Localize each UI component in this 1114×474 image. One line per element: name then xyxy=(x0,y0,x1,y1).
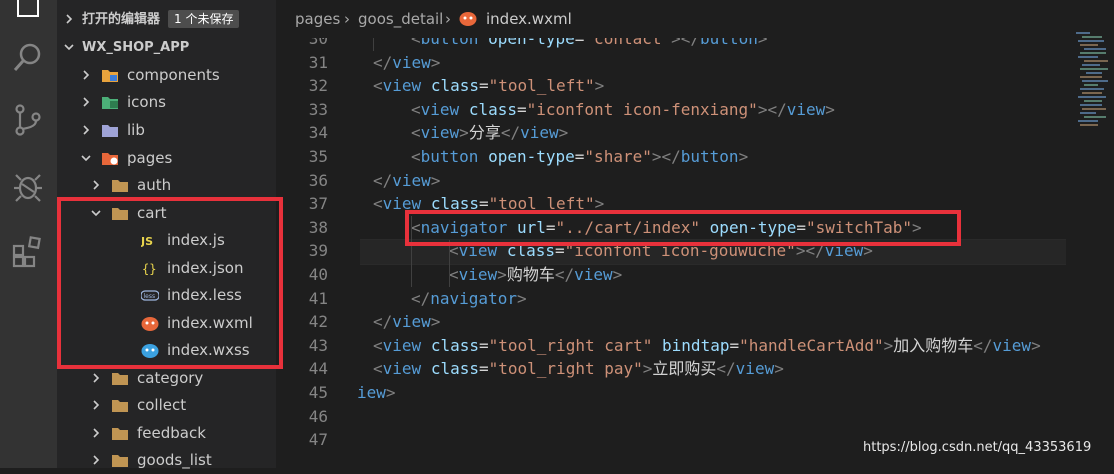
code-line[interactable]: 31 </view> xyxy=(276,51,1066,75)
code-line[interactable]: 32 <view class="tool_left"> xyxy=(276,74,1066,98)
folder-item[interactable]: collect xyxy=(57,392,276,419)
line-number: 39 xyxy=(308,241,328,261)
chevron-down-icon xyxy=(64,44,74,51)
code-line[interactable]: 45 iew> xyxy=(276,381,1066,405)
line-number: 45 xyxy=(308,383,328,402)
line-number: 36 xyxy=(308,170,328,190)
line-number: 44 xyxy=(308,359,328,379)
line-number: 47 xyxy=(308,430,328,450)
breadcrumb-separator: › xyxy=(344,10,350,28)
chevron-right-icon xyxy=(93,400,100,410)
code-line[interactable]: 46 xyxy=(276,405,1066,429)
line-number: 37 xyxy=(308,194,328,214)
line-number: 42 xyxy=(308,312,328,332)
code-text: </view> xyxy=(373,312,441,332)
line-number: 31 xyxy=(308,52,328,72)
folder-item[interactable]: components xyxy=(57,62,276,89)
breadcrumb-part[interactable]: goos_detail xyxy=(358,0,443,38)
breadcrumb: pages › goos_detail › index.wxml xyxy=(276,0,1114,38)
folder-item[interactable]: pages xyxy=(57,145,276,172)
chevron-right-icon xyxy=(83,125,90,135)
code-text: <view>购物车</view> xyxy=(449,265,623,284)
project-section[interactable]: WX_SHOP_APP xyxy=(57,34,276,61)
breadcrumb-separator: › xyxy=(445,10,451,28)
indent-guide xyxy=(449,240,450,287)
project-label: WX_SHOP_APP xyxy=(82,40,190,55)
chevron-right-icon xyxy=(93,180,100,190)
open-editors-label: 打开的编辑器 xyxy=(82,12,161,27)
folder-item[interactable]: feedback xyxy=(57,420,276,447)
chevron-down-icon xyxy=(81,155,91,162)
wxml-file-icon xyxy=(459,12,477,26)
tree-item-label: feedback xyxy=(137,424,206,442)
tree-item-label: goods_list xyxy=(137,451,212,469)
search-icon[interactable] xyxy=(10,40,46,76)
tree-item-label: auth xyxy=(137,176,172,194)
chevron-right-icon xyxy=(83,70,90,80)
highlight-box-cart-folder xyxy=(57,197,283,369)
code-line[interactable]: 41 </navigator> xyxy=(276,287,1066,311)
code-text: <view class="tool_right cart" bindtap="h… xyxy=(373,335,1041,355)
minimap[interactable] xyxy=(1068,30,1114,130)
tree-item-label: collect xyxy=(137,396,187,414)
extensions-icon[interactable] xyxy=(10,234,46,270)
code-text: <view class="tool_right pay">立即购买</view> xyxy=(373,359,784,379)
line-number: 41 xyxy=(308,288,328,308)
code-text: </view> xyxy=(373,170,441,190)
code-line[interactable]: 42 </view> xyxy=(276,310,1066,334)
code-text: <view class="tool_left"> xyxy=(373,76,605,96)
code-text: <button open-type="share"></button> xyxy=(411,147,749,166)
code-line[interactable]: 33 <view class="iconfont icon-fenxiang"><… xyxy=(276,98,1066,122)
line-number: 40 xyxy=(308,265,328,284)
code-line[interactable]: 40 <view>购物车</view> xyxy=(276,263,1066,287)
code-text: </navigator> xyxy=(411,288,527,308)
debug-icon[interactable] xyxy=(10,168,46,204)
tree-item-label: category xyxy=(137,369,204,387)
code-text: <view class="iconfont icon-fenxiang"></v… xyxy=(411,99,835,119)
open-editors-section[interactable]: 打开的编辑器 1 个未保存 xyxy=(57,6,276,33)
explorer-icon[interactable]: 1 xyxy=(10,0,46,22)
chevron-right-icon xyxy=(93,455,100,465)
tree-item-label: components xyxy=(127,66,220,84)
code-line[interactable]: 44 <view class="tool_right pay">立即购买</vie… xyxy=(276,357,1066,381)
folder-item[interactable]: category xyxy=(57,365,276,392)
line-number: 38 xyxy=(308,217,328,237)
code-line[interactable]: 34 <view>分享</view> xyxy=(276,121,1066,145)
code-line[interactable]: 43 <view class="tool_right cart" bindtap=… xyxy=(276,334,1066,358)
code-line[interactable]: 35 <button open-type="share"></button> xyxy=(276,145,1066,169)
folder-item[interactable]: goods_list xyxy=(57,447,276,474)
folder-item[interactable]: auth xyxy=(57,172,276,199)
line-number: 35 xyxy=(308,147,328,166)
source-control-icon[interactable] xyxy=(10,102,46,138)
code-text: <view>分享</view> xyxy=(411,123,569,143)
watermark-text: https://blog.csdn.net/qq_43353619 xyxy=(863,440,1092,455)
chevron-right-icon xyxy=(93,373,100,383)
activity-bar: 1 xyxy=(0,0,57,468)
chevron-right-icon xyxy=(83,97,90,107)
tree-item-label: icons xyxy=(127,93,166,111)
code-text: </view> xyxy=(373,52,441,72)
code-line[interactable]: 36 </view> xyxy=(276,169,1066,193)
folder-item[interactable]: lib xyxy=(57,117,276,144)
line-number: 33 xyxy=(308,99,328,119)
folder-item[interactable]: icons xyxy=(57,89,276,116)
line-number: 43 xyxy=(308,335,328,355)
tree-item-label: pages xyxy=(127,149,173,167)
breadcrumb-part[interactable]: pages xyxy=(295,0,340,38)
code-text: iew> xyxy=(357,383,396,402)
breadcrumb-file[interactable]: index.wxml xyxy=(486,0,572,38)
line-number: 46 xyxy=(308,406,328,426)
unsaved-badge: 1 个未保存 xyxy=(168,10,240,28)
line-number: 34 xyxy=(308,123,328,143)
tree-item-label: lib xyxy=(127,121,145,139)
line-number: 32 xyxy=(308,76,328,96)
highlight-box-navigator-line xyxy=(405,210,961,246)
chevron-right-icon xyxy=(66,14,73,24)
chevron-right-icon xyxy=(93,428,100,438)
